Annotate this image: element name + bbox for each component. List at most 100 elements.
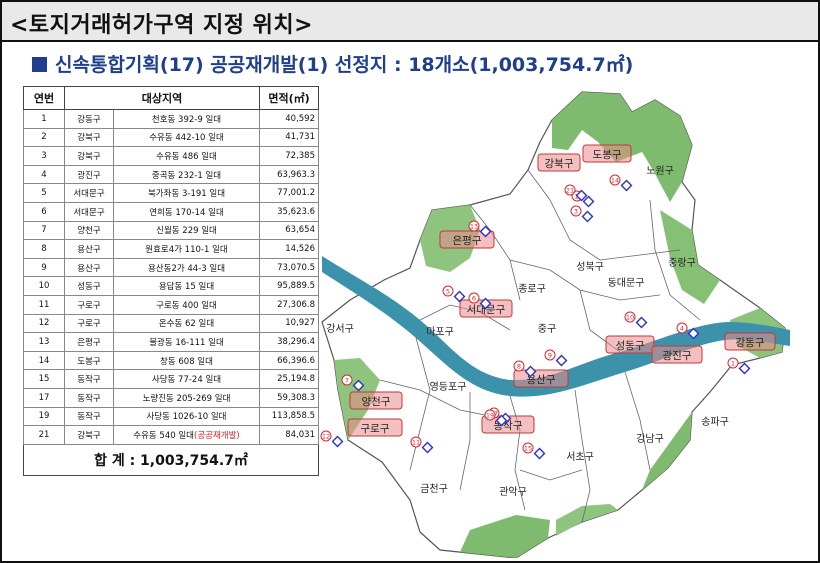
table-row: 21 강북구 수유동 540 일대(공공재개발) 84,031: [23, 425, 319, 445]
row-address: 용산동2가 44-3 일대: [113, 257, 260, 278]
row-district: 구로구: [64, 294, 114, 315]
table-row: 4 광진구 중곡동 232-1 일대 63,963.3: [23, 164, 319, 185]
col-header-region: 대상지역: [64, 86, 260, 110]
site-number: 11: [412, 439, 420, 447]
row-area: 66,396.6: [259, 350, 319, 371]
site-marker: 12: [320, 430, 344, 448]
subtitle-count: 18개소(1,003,754.7㎡): [408, 54, 634, 76]
site-number: 3: [574, 208, 578, 216]
row-district: 동작구: [64, 406, 114, 427]
site-number: 19: [486, 412, 494, 420]
row-number: 1: [23, 109, 65, 129]
site-number: 1: [731, 360, 735, 368]
row-address: 불광동 16-111 일대: [113, 332, 260, 352]
row-number: 19: [23, 406, 65, 427]
row-area: 35,623.6: [259, 201, 319, 222]
row-note: (공공재개발): [194, 430, 240, 441]
row-number: 17: [23, 387, 65, 408]
site-number: 13: [470, 223, 478, 231]
row-address: 연희동 170-14 일대: [113, 201, 260, 222]
row-district: 강북구: [64, 425, 114, 445]
row-number: 21: [23, 425, 65, 445]
row-address-text: 수유동 540 일대: [133, 430, 194, 441]
row-address: 원효로4가 110-1 일대: [113, 239, 260, 259]
row-address: 용답동 15 일대: [113, 276, 260, 296]
row-address: 구로동 400 일대: [113, 294, 260, 315]
row-address: 신월동 229 일대: [113, 220, 260, 241]
row-address: 노량진동 205-269 일대: [113, 387, 260, 408]
table-row: 6 서대문구 연희동 170-14 일대 35,623.6: [23, 201, 319, 222]
row-district: 광진구: [64, 164, 114, 185]
page-title: <토지거래허가구역 지정 위치>: [10, 13, 314, 38]
row-number: 4: [23, 164, 65, 185]
row-number: 6: [23, 201, 65, 222]
row-address: 북가좌동 3-191 일대: [113, 183, 260, 203]
district-label: 은평구: [453, 235, 482, 247]
table-row: 2 강북구 수유동 442-10 일대 41,731: [23, 127, 319, 148]
table-row: 19 동작구 사당동 1026-10 일대 113,858.5: [23, 406, 319, 427]
row-address: 창동 608 일대: [113, 350, 260, 371]
row-district: 도봉구: [64, 350, 114, 371]
row-number: 10: [23, 276, 65, 296]
site-diamond-icon: [738, 362, 751, 375]
table-row: 9 용산구 용산동2가 44-3 일대 73,070.5: [23, 257, 319, 278]
total-area: 합 계 : 1,003,754.7㎡: [23, 443, 319, 476]
table-row: 5 서대문구 북가좌동 3-191 일대 77,001.2: [23, 183, 319, 203]
row-number: 8: [23, 239, 65, 259]
table-row: 17 동작구 노량진동 205-269 일대 59,308.3: [23, 387, 319, 408]
row-area: 41,731: [259, 127, 319, 148]
district-label: 구로구: [361, 423, 390, 435]
row-address: 수유동 442-10 일대: [113, 127, 260, 148]
site-number: 15: [524, 445, 532, 453]
district-label: 영등포구: [430, 381, 467, 393]
col-header-area: 면적(㎡): [259, 86, 319, 110]
table-row: 13 은평구 불광동 16-111 일대 38,296.4: [23, 332, 319, 352]
row-district: 강동구: [64, 109, 114, 129]
row-address: 수유동 486 일대: [113, 146, 260, 166]
square-bullet-icon: [32, 57, 47, 72]
district-label: 성북구: [576, 261, 604, 273]
row-address: 천호동 392-9 일대: [113, 109, 260, 129]
row-district: 구로구: [64, 313, 114, 334]
row-area: 77,001.2: [259, 183, 319, 203]
row-district: 동작구: [64, 369, 114, 389]
row-address: 중곡동 232-1 일대: [113, 164, 260, 185]
row-district: 동작구: [64, 387, 114, 408]
district-label: 성동구: [616, 340, 645, 352]
row-area: 63,654: [259, 220, 319, 241]
site-diamond-icon: [331, 435, 344, 448]
district-label: 강북구: [545, 158, 574, 170]
row-number: 7: [23, 220, 65, 241]
seoul-district-map: 강북구 도봉구 은평구 서대문구 용산구 성동구 광진구 강동구 양천구 구로구…: [320, 91, 790, 558]
row-number: 11: [23, 294, 65, 315]
row-district: 용산구: [64, 239, 114, 259]
title-bar: <토지거래허가구역 지정 위치>: [2, 2, 818, 42]
row-area: 25,194.8: [259, 369, 319, 389]
row-area: 72,385: [259, 146, 319, 166]
document-frame: <토지거래허가구역 지정 위치> 신속통합기획(17) 공공재개발(1) 선정지…: [0, 0, 820, 563]
district-label: 도봉구: [593, 149, 622, 161]
district-label: 서초구: [566, 451, 594, 463]
row-district: 은평구: [64, 332, 114, 352]
row-district: 강북구: [64, 127, 114, 148]
district-label: 강서구: [326, 323, 354, 335]
row-area: 10,927: [259, 313, 319, 334]
table-row: 8 용산구 원효로4가 110-1 일대 14,526: [23, 239, 319, 259]
table-row: 1 강동구 천호동 392-9 일대 40,592: [23, 109, 319, 129]
row-address: 수유동 540 일대(공공재개발): [113, 425, 260, 445]
col-header-no: 연번: [23, 86, 65, 110]
site-number: 12: [322, 433, 330, 441]
table-row: 3 강북구 수유동 486 일대 72,385: [23, 146, 319, 166]
site-number: 4: [680, 325, 684, 333]
table-row: 15 동작구 사당동 77-24 일대 25,194.8: [23, 369, 319, 389]
district-label: 강동구: [736, 337, 765, 349]
site-number: 7: [345, 377, 349, 385]
row-number: 13: [23, 332, 65, 352]
table-row: 10 성동구 용답동 15 일대 95,889.5: [23, 276, 319, 296]
table-row: 12 구로구 온수동 62 일대 10,927: [23, 313, 319, 334]
district-label: 양천구: [362, 396, 391, 408]
table-row: 14 도봉구 창동 608 일대 66,396.6: [23, 350, 319, 371]
row-address: 사당동 77-24 일대: [113, 369, 260, 389]
row-area: 59,308.3: [259, 387, 319, 408]
row-area: 27,306.8: [259, 294, 319, 315]
